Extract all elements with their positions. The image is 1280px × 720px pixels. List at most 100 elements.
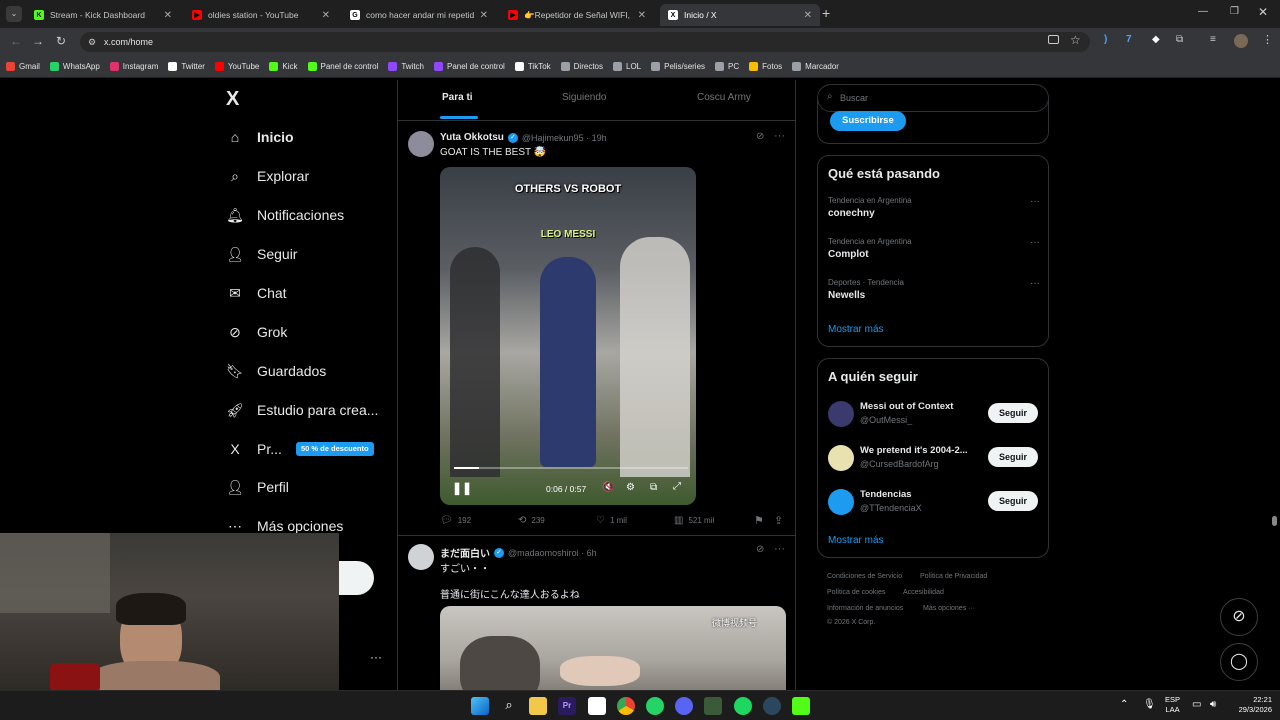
browser-menu-icon[interactable]: ⋮ [1262,33,1273,46]
app-icon[interactable] [704,697,722,715]
share-icon[interactable]: ⇪ [774,514,783,527]
bookmark-item[interactable]: Gmail [6,62,40,71]
bookmark-item[interactable]: Panel de control [307,62,378,71]
pause-icon[interactable]: ❚❚ [452,481,472,495]
microphone-icon[interactable]: 🎙︎ [1143,699,1156,710]
maximize-button[interactable]: ❐ [1230,6,1239,17]
chrome-icon[interactable] [617,697,635,715]
page-scrollbar-thumb[interactable] [1272,516,1277,526]
more-icon[interactable]: ··· [774,543,785,555]
nav-item[interactable]: ⌂ Inicio [226,128,294,146]
account-more-icon[interactable]: ··· [370,650,382,664]
nav-item[interactable]: 👤︎ Seguir [226,245,297,263]
footer-link[interactable]: Política de Privacidad [920,573,987,580]
grok-float-button[interactable]: ⊘ [1220,598,1258,636]
bookmark-item[interactable]: Directos [560,62,603,71]
nav-item[interactable]: ⊘ Grok [226,323,287,341]
extension-icon-3[interactable]: ◆ [1152,34,1160,45]
views-button[interactable]: ▥ 521 mil [674,515,714,526]
browser-tab[interactable]: ▶ oldies station - YouTube ✕ [184,4,338,26]
browser-tab[interactable]: K Stream - Kick Dashboard ✕ [26,4,180,26]
trend-item[interactable]: Tendencia en Argentina conechny ··· [828,196,1040,219]
tab-search-button[interactable]: ⌄ [6,6,22,22]
browser-tab[interactable]: ▶ 👉Repetidor de Señal WIFI, Co ✕ [500,4,654,26]
tweet-image[interactable]: 微博视频号 [440,606,786,690]
tray-overflow-icon[interactable]: ⌃ [1120,699,1128,710]
tab-close-icon[interactable]: ✕ [164,10,172,21]
browser-tab[interactable]: X Inicio / X ✕ [660,4,820,26]
trend-more-icon[interactable]: ··· [1030,196,1040,207]
video-progress-track[interactable] [454,467,688,469]
reply-button[interactable]: 💬︎ 192 [440,515,471,526]
clock[interactable]: 22:21 29/3/2026 [1228,695,1272,715]
bookmark-item[interactable]: Panel de control [434,62,505,71]
tab-close-icon[interactable]: ✕ [322,10,330,21]
grok-icon[interactable]: ⊘ [756,544,764,555]
steam-icon[interactable] [763,697,781,715]
nav-item[interactable]: 👤︎ Perfil [226,478,289,496]
bookmark-star-icon[interactable]: ☆ [1070,33,1081,47]
bookmark-item[interactable]: Marcador [792,62,839,71]
mute-icon[interactable]: 🔇 [602,482,614,493]
close-window-button[interactable]: ✕ [1258,5,1268,19]
nav-item[interactable]: 🔖︎ Guardados [226,362,326,380]
fullscreen-icon[interactable]: ⤢ [673,481,681,492]
tweet[interactable]: まだ面白い ✓ @madaomoshiroi · 6h ⊘ ··· すごい・・ … [398,536,796,690]
follow-button[interactable]: Seguir [988,447,1038,467]
more-icon[interactable]: ··· [774,130,785,142]
footer-link[interactable]: Información de anuncios [827,605,903,612]
avatar[interactable] [828,401,854,427]
browser-tab[interactable]: Gcomo hacer andar mi repetidor ✕ [342,4,496,26]
subscribe-button[interactable]: Suscribirse [830,111,906,131]
tweet-handle-time[interactable]: @madaomoshiroi · 6h [508,548,597,558]
bookmark-item[interactable]: TikTok [514,62,551,71]
spotify-icon[interactable] [734,697,752,715]
nav-item[interactable]: 🚀︎ Estudio para crea... [226,401,378,419]
messages-float-button[interactable]: ◯ [1220,643,1258,681]
new-tab-button[interactable]: + [822,5,830,21]
footer-link[interactable]: Más opciones ··· [923,605,975,612]
bookmark-item[interactable]: PC [715,62,739,71]
like-button[interactable]: ♡ 1 mil [596,515,627,526]
premiere-icon[interactable]: Pr [558,697,576,715]
footer-link[interactable]: Política de cookies [827,589,885,596]
bookmark-icon[interactable]: ⚑ [754,514,764,527]
follow-button[interactable]: Seguir [988,491,1038,511]
extensions-puzzle-icon[interactable]: ⧉ [1176,34,1183,45]
avatar[interactable] [828,489,854,515]
file-explorer-icon[interactable] [529,697,547,715]
forward-icon[interactable]: → [32,34,44,48]
reload-icon[interactable]: ↻ [56,34,66,48]
site-info-icon[interactable]: ⚙ [88,32,96,52]
bookmark-item[interactable]: YouTube [214,62,259,71]
bookmark-item[interactable]: WhatsApp [49,62,100,71]
tab-close-icon[interactable]: ✕ [804,10,812,21]
install-app-icon[interactable] [1048,35,1059,44]
extension-icon-2[interactable]: 7 [1126,34,1132,45]
trend-more-icon[interactable]: ··· [1030,278,1040,289]
avatar[interactable] [408,131,434,157]
discord-icon[interactable] [675,697,693,715]
tab-coscu-army[interactable]: Coscu Army [697,92,751,103]
nav-item[interactable]: ⌕ Explorar [226,167,309,185]
trend-more-icon[interactable]: ··· [1030,237,1040,248]
profile-avatar[interactable] [1234,34,1248,48]
bookmark-item[interactable]: Fotos [749,62,782,71]
nav-item[interactable]: 🔔︎ Notificaciones [226,206,344,224]
premium-discount-badge[interactable]: 50 % de descuento [296,442,374,456]
bookmark-item[interactable]: LOL [613,62,641,71]
nav-item[interactable]: ✉ Chat [226,284,286,302]
pip-icon[interactable]: ⧉ [650,482,657,493]
follow-suggestion[interactable]: Messi out of Context @OutMessi_ Seguir [818,399,1048,435]
follow-suggestion[interactable]: Tendencias @TTendenciaX Seguir [818,487,1048,523]
url-field[interactable]: ⚙ x.com/home [80,32,1090,52]
follow-name[interactable]: We pretend it's 2004-2... [860,445,984,456]
bookmark-item[interactable]: Twitch [388,62,424,71]
trend-item[interactable]: Tendencia en Argentina Complot ··· [828,237,1040,260]
tweet-handle-time[interactable]: @Hajimekun95 · 19h [522,133,607,143]
kick-icon[interactable] [792,697,810,715]
follow-suggestion[interactable]: We pretend it's 2004-2... @CursedBardofAr… [818,443,1048,479]
tab-para-ti[interactable]: Para ti [442,92,473,103]
search-taskbar-icon[interactable]: ⌕ [500,697,518,715]
back-icon[interactable]: ← [10,34,22,48]
